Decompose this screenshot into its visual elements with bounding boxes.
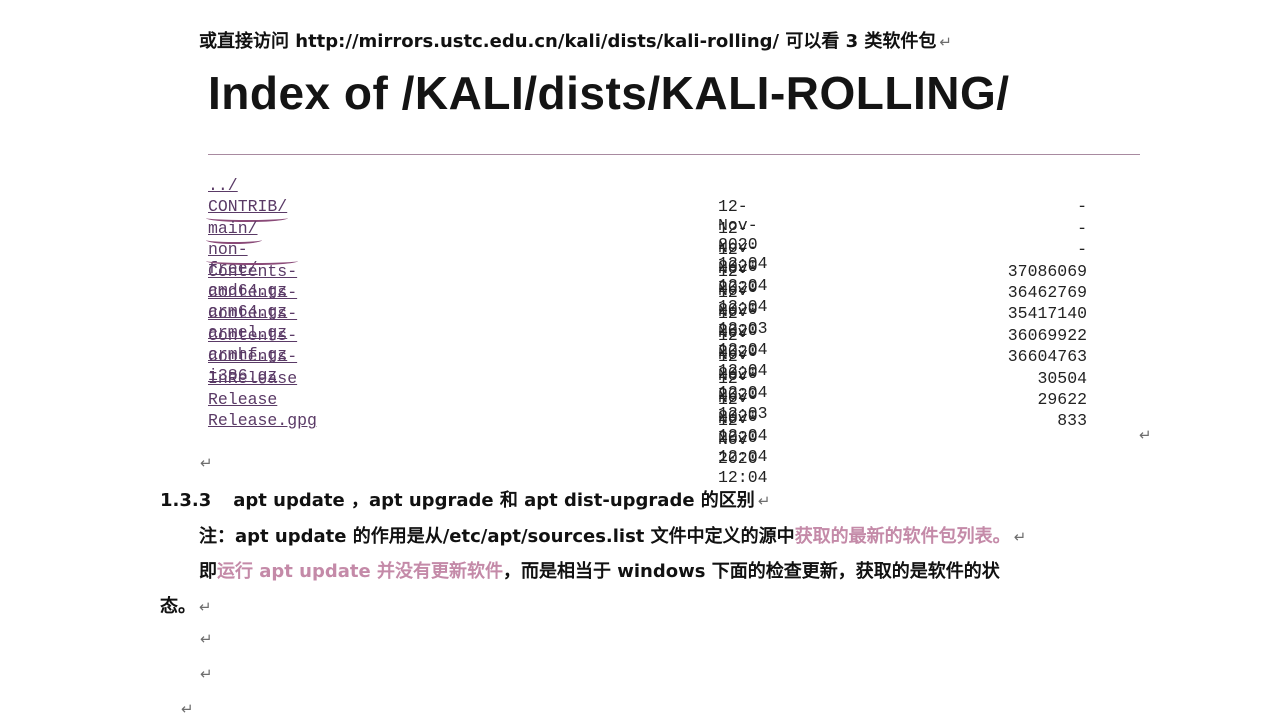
main-link[interactable]: main/	[208, 219, 258, 238]
parent-dir-link[interactable]: ../	[208, 176, 238, 195]
listing-size: 37086069	[1007, 261, 1087, 281]
note-paragraph: 注：apt update 的作用是从/etc/apt/sources.list …	[199, 522, 1026, 548]
listing-size: 30504	[1037, 368, 1087, 388]
listing-size: -	[1077, 218, 1087, 238]
listing-size: 36069922	[1007, 325, 1087, 345]
paragraph-mark-icon: ↵	[1139, 426, 1152, 444]
file-link[interactable]: InRelease	[208, 369, 297, 388]
file-link[interactable]: Release.gpg	[208, 411, 317, 430]
paragraph-mark-icon: ↵	[757, 492, 771, 510]
note-text: 注：apt update 的作用是从/etc/apt/sources.list …	[199, 526, 795, 547]
file-link[interactable]: Release	[208, 390, 277, 409]
paragraph-mark-icon: ↵	[200, 630, 213, 648]
para-prefix: 即	[199, 561, 217, 582]
paragraph-mark-icon: ↵	[1013, 528, 1027, 546]
listing-date: 12-Nov-2020 12:04	[718, 411, 768, 488]
para-text: ，而是相当于 windows 下面的检查更新，获取的是软件的状	[502, 561, 1000, 582]
divider-top	[208, 154, 1140, 155]
listing-size: 36604763	[1007, 347, 1087, 367]
para-line2: 态。	[160, 596, 196, 617]
paragraph-mark-icon: ↵	[200, 454, 213, 472]
listing-size: 36462769	[1007, 282, 1087, 302]
note-highlight: 获取的最新的软件包列表。	[794, 526, 1011, 547]
listing-size: -	[1077, 240, 1087, 260]
paragraph-mark-icon: ↵	[181, 700, 194, 718]
listing-size: 29622	[1037, 389, 1087, 409]
intro-line: 或直接访问 http://mirrors.ustc.edu.cn/kali/di…	[199, 27, 952, 53]
listing-size: 833	[1057, 411, 1087, 431]
paragraph-mark-icon: ↵	[199, 598, 212, 616]
section-number: 1.3.3	[160, 490, 212, 511]
paragraph-mark-icon: ↵	[200, 665, 213, 683]
listing-size: 35417140	[1007, 304, 1087, 324]
explanation-paragraph-cont: 态。 ↵	[160, 592, 212, 618]
section-title: apt update ，apt upgrade 和 apt dist-upgra…	[233, 490, 755, 511]
intro-text: 或直接访问 http://mirrors.ustc.edu.cn/kali/di…	[199, 31, 937, 52]
listing-size: -	[1077, 197, 1087, 217]
paragraph-mark-icon: ↵	[939, 33, 952, 51]
para-highlight: 运行 apt update 并没有更新软件	[217, 561, 503, 582]
explanation-paragraph: 即运行 apt update 并没有更新软件，而是相当于 windows 下面的…	[199, 557, 1000, 583]
section-heading: 1.3.3 apt update ，apt upgrade 和 apt dist-…	[160, 486, 770, 512]
index-title: Index of /KALI/dists/KALI-ROLLING/	[208, 67, 1010, 119]
